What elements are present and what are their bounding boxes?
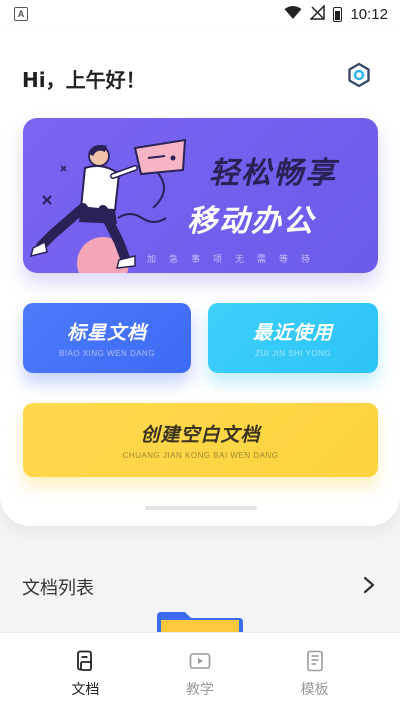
card-handle [145, 506, 257, 510]
create-blank-document-subtitle: CHUANG JIAN KONG BAI WEN DANG [122, 451, 279, 460]
folder-icon [157, 612, 243, 634]
status-time: 10:12 [350, 5, 388, 23]
banner-title-line1: 轻松畅享 [209, 156, 337, 191]
nav-label-tutorials: 教学 [185, 682, 214, 698]
document-list-title: 文档列表 [22, 578, 94, 599]
nav-tab-templates[interactable]: 模板 [275, 633, 355, 699]
create-blank-document-title: 创建空白文档 [140, 424, 261, 446]
bottom-navigation: 文档 教学 模板 [0, 632, 400, 711]
main-card: Hi，上午好！ 轻松畅享 移动办公 加急事项无需等待 标星文档 BIAO XIN… [0, 28, 400, 526]
chevron-right-icon [363, 576, 375, 594]
banner-title-line2: 移动办公 [187, 204, 315, 239]
greeting-text: Hi，上午好！ [22, 68, 146, 92]
video-play-icon [188, 649, 212, 673]
document-list-more-button[interactable] [358, 572, 380, 598]
starred-documents-title: 标星文档 [66, 322, 147, 344]
starred-documents-subtitle: BIAO XING WEN DANG [58, 349, 156, 358]
create-blank-document-button[interactable]: 创建空白文档 CHUANG JIAN KONG BAI WEN DANG [23, 403, 378, 477]
settings-hexagon-icon [348, 62, 370, 88]
nav-label-documents: 文档 [71, 682, 100, 698]
status-icons: 10:12 [284, 3, 388, 24]
document-icon [73, 649, 97, 673]
template-icon [303, 649, 327, 673]
no-signal-icon [309, 3, 326, 24]
recent-documents-title: 最近使用 [252, 322, 333, 344]
recent-documents-subtitle: ZUI JIN SHI YONG [254, 349, 332, 358]
status-bar: A 10:12 [0, 0, 400, 28]
nav-tab-tutorials[interactable]: 教学 [160, 633, 240, 699]
recent-documents-button[interactable]: 最近使用 ZUI JIN SHI YONG [208, 303, 378, 373]
promo-banner[interactable]: 轻松畅享 移动办公 加急事项无需等待 [23, 118, 378, 273]
nav-tab-documents[interactable]: 文档 [45, 633, 125, 699]
starred-documents-button[interactable]: 标星文档 BIAO XING WEN DANG [23, 303, 191, 373]
wifi-icon [284, 5, 302, 24]
settings-button[interactable] [344, 60, 374, 90]
nav-label-templates: 模板 [300, 682, 329, 698]
notification-icon: A [14, 7, 28, 21]
banner-subtitle: 加急事项无需等待 [147, 255, 324, 265]
battery-charging-icon [333, 6, 343, 22]
